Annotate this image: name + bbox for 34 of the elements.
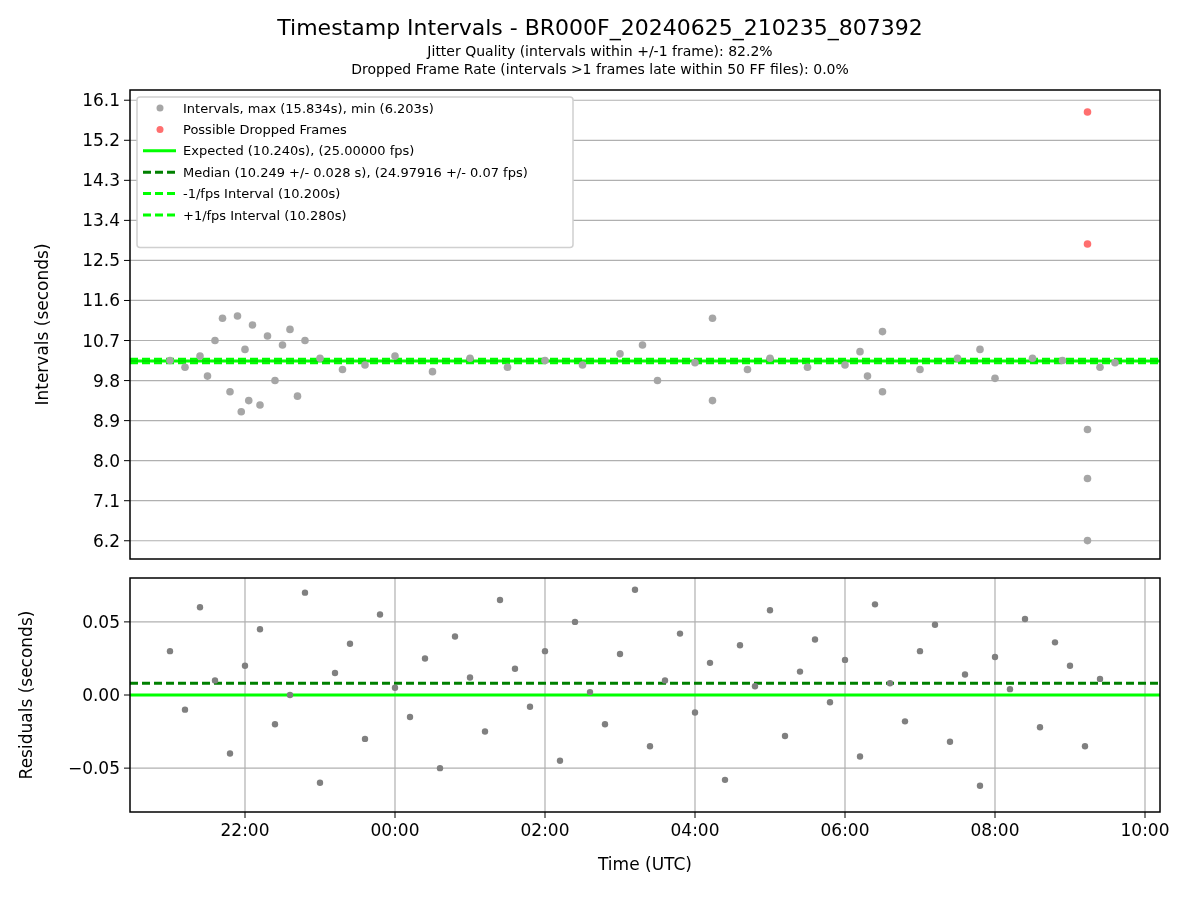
tick-label: 10.7 <box>82 330 120 351</box>
legend-label: Expected (10.240s), (25.00000 fps) <box>183 143 415 159</box>
tick-label: 7.1 <box>92 490 120 511</box>
tick-label: 08:00 <box>970 820 1020 840</box>
chart-subtitle: Jitter Quality (intervals within +/-1 frame): 82.2% <box>427 42 773 60</box>
axis-label: Time (UTC) <box>598 854 692 874</box>
legend-label: -1/fps Interval (10.200s) <box>183 186 341 202</box>
tick-label: 0.00 <box>82 685 120 705</box>
tick-label: 6.2 <box>92 530 120 551</box>
tick-label: 06:00 <box>820 820 870 840</box>
tick-label: 12.5 <box>82 250 120 271</box>
tick-label: 10:00 <box>1120 820 1170 840</box>
legend-label: Intervals, max (15.834s), min (6.203s) <box>183 100 434 116</box>
axis-label: Residuals (seconds) <box>16 610 36 780</box>
tick-label: 00:00 <box>370 820 420 840</box>
tick-label: 9.8 <box>92 370 120 391</box>
tick-label: 04:00 <box>670 820 720 840</box>
tick-label: 13.4 <box>82 210 120 231</box>
tick-label: 11.6 <box>82 290 120 311</box>
tick-label: 02:00 <box>520 820 570 840</box>
legend-label: Median (10.249 +/- 0.028 s), (24.97916 +/- 0.07 fps) <box>183 164 528 180</box>
tick-label: 14.3 <box>82 170 120 191</box>
chart-subtitle: Dropped Frame Rate (intervals >1 frames late within 50 FF files): 0.0% <box>351 60 849 78</box>
chart-title: Timestamp Intervals - BR000F_20240625_210235_807392 <box>277 14 923 42</box>
legend-label: +1/fps Interval (10.280s) <box>183 207 347 223</box>
tick-label: 8.9 <box>92 410 120 431</box>
tick-label: 8.0 <box>92 450 120 471</box>
tick-label: 22:00 <box>220 820 270 840</box>
tick-label: 16.1 <box>82 90 120 111</box>
tick-label: −0.05 <box>67 758 120 779</box>
legend-label: Possible Dropped Frames <box>183 121 347 137</box>
tick-label: 15.2 <box>82 130 120 151</box>
tick-label: 0.05 <box>82 611 120 632</box>
axis-label: Intervals (seconds) <box>32 243 52 406</box>
